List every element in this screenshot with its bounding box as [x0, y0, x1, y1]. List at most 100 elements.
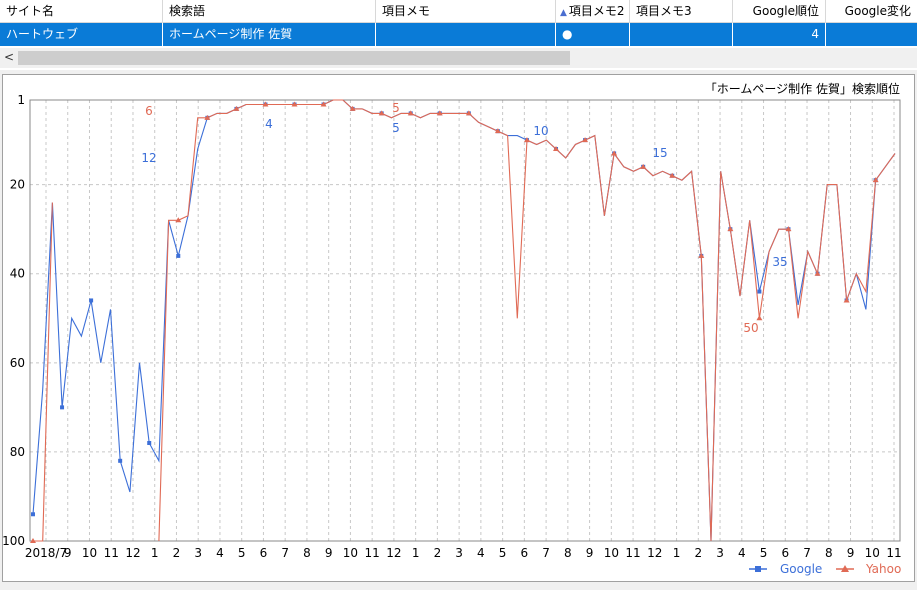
column-header-site[interactable]: サイト名: [0, 0, 163, 22]
x-tick-label: 7: [542, 546, 550, 560]
rank-annotation: 10: [533, 124, 548, 138]
x-tick-label: 12: [125, 546, 140, 560]
rank-annotation: 12: [141, 151, 156, 165]
x-tick-label: 5: [760, 546, 768, 560]
column-header-memo2[interactable]: ▲ 項目メモ2: [556, 0, 630, 22]
column-label: Google変化: [844, 4, 911, 18]
cell-google-rank: 4: [733, 23, 826, 46]
rank-chart: 「ホームページ制作 佐賀」検索順位 120406080100 2018/79 10…: [2, 81, 902, 576]
cell-google-change: [826, 23, 917, 46]
x-tick-label: 11: [625, 546, 640, 560]
x-tick-label: 11: [104, 546, 119, 560]
y-tick-label: 40: [10, 267, 25, 281]
google-marker: [757, 289, 762, 294]
google-marker: [60, 405, 65, 410]
yahoo-marker: [843, 297, 850, 303]
x-axis: 2018/79 10 11 12 1 2 3 4 5 6 7 8 9 10 11 12 1 2 3 4 5 6 7 8 9 10 1…: [25, 546, 902, 560]
column-label: サイト名: [6, 4, 55, 18]
x-tick-label: 3: [455, 546, 463, 560]
yahoo-marker: [756, 315, 763, 321]
x-tick-label: 2018/7: [25, 546, 67, 560]
y-tick-label: 60: [10, 356, 25, 370]
cell-memo2: ●: [556, 23, 630, 46]
x-tick-label: 11: [886, 546, 901, 560]
google-marker: [89, 298, 94, 303]
scrollbar-thumb[interactable]: [18, 51, 570, 65]
chart-title: 「ホームページ制作 佐賀」検索順位: [705, 81, 900, 96]
x-tick-label: 3: [716, 546, 724, 560]
google-marker: [31, 512, 35, 517]
x-tick-label: 7: [281, 546, 289, 560]
horizontal-scrollbar[interactable]: <: [0, 48, 917, 68]
y-tick-label: 20: [10, 178, 25, 192]
y-tick-label: 100: [3, 534, 25, 548]
x-tick-label: 4: [216, 546, 224, 560]
x-tick-label: 12: [386, 546, 401, 560]
rank-annotation: 35: [772, 255, 787, 269]
x-tick-label: 9: [325, 546, 333, 560]
x-tick-label: 6: [521, 546, 529, 560]
x-tick-label: 4: [477, 546, 485, 560]
x-tick-label: 10: [343, 546, 358, 560]
y-axis: 1 20 40 60 80 100: [2, 93, 25, 548]
rank-annotation: 6: [145, 104, 153, 118]
rank-annotation: 5: [392, 101, 400, 115]
x-tick-label: 4: [738, 546, 746, 560]
cell-keyword: ホームページ制作 佐賀: [163, 23, 376, 46]
chart-annotations: 6 12 4 5 5 10 15 35 50: [141, 101, 787, 335]
results-table: サイト名 検索語 項目メモ ▲ 項目メモ2 項目メモ3 Google順位 Goog…: [0, 0, 917, 70]
x-tick-label: 1: [151, 546, 159, 560]
x-tick-label: 2: [434, 546, 442, 560]
x-tick-label: 8: [303, 546, 311, 560]
x-tick-label: 12: [647, 546, 662, 560]
rank-annotation: 50: [743, 321, 758, 335]
x-tick-label: 2: [173, 546, 181, 560]
x-tick-label: 10: [604, 546, 619, 560]
cell-memo3: [630, 23, 733, 46]
column-header-memo3[interactable]: 項目メモ3: [630, 0, 733, 22]
x-tick-label: 6: [260, 546, 268, 560]
cell-memo: [376, 23, 556, 46]
series-line-yahoo: [33, 99, 896, 542]
yahoo-marker: [814, 270, 821, 276]
column-header-google-change[interactable]: Google変化: [826, 0, 917, 22]
column-label: 項目メモ: [382, 4, 431, 18]
x-tick-label: 8: [825, 546, 833, 560]
x-tick-label: 8: [564, 546, 572, 560]
google-marker: [118, 458, 123, 463]
x-tick-label: 1: [673, 546, 681, 560]
table-header: サイト名 検索語 項目メモ ▲ 項目メモ2 項目メモ3 Google順位 Goog…: [0, 0, 917, 23]
x-tick-label: 3: [194, 546, 202, 560]
column-header-google-rank[interactable]: Google順位: [733, 0, 826, 22]
table-row[interactable]: ハートウェブ ホームページ制作 佐賀 ● 4: [0, 23, 917, 46]
chart-legend: Google Yahoo: [749, 562, 901, 576]
y-tick-label: 1: [17, 93, 25, 107]
column-label: 検索語: [169, 4, 206, 18]
column-header-keyword[interactable]: 検索語: [163, 0, 376, 22]
chart-series: [30, 99, 896, 543]
yahoo-marker: [727, 226, 734, 232]
scroll-left-icon[interactable]: <: [4, 50, 14, 64]
column-header-memo[interactable]: 項目メモ: [376, 0, 556, 22]
yahoo-marker: [698, 252, 705, 258]
x-tick-label: 11: [365, 546, 380, 560]
google-marker: [176, 253, 181, 258]
x-tick-label: 6: [781, 546, 789, 560]
x-tick-label: 1: [412, 546, 420, 560]
sort-ascending-icon: ▲: [560, 8, 567, 18]
series-line-google: [32, 99, 896, 542]
y-tick-label: 80: [10, 445, 25, 459]
x-tick-label: 9: [64, 546, 72, 560]
yahoo-marker: [611, 150, 618, 156]
column-label: 項目メモ3: [636, 4, 692, 18]
rank-chart-panel: 「ホームページ制作 佐賀」検索順位 1 20 40 60 80 100 2018/7 9 10…: [2, 74, 915, 582]
x-tick-label: 7: [803, 546, 811, 560]
google-marker: [147, 441, 152, 445]
rank-annotation: 15: [652, 146, 667, 160]
x-tick-label: 10: [82, 546, 97, 560]
rank-annotation: 4: [265, 117, 273, 131]
yahoo-marker: [640, 163, 647, 169]
legend-google-marker: [755, 566, 761, 572]
x-tick-label: 9: [847, 546, 855, 560]
legend-yahoo-label: Yahoo: [865, 562, 901, 576]
